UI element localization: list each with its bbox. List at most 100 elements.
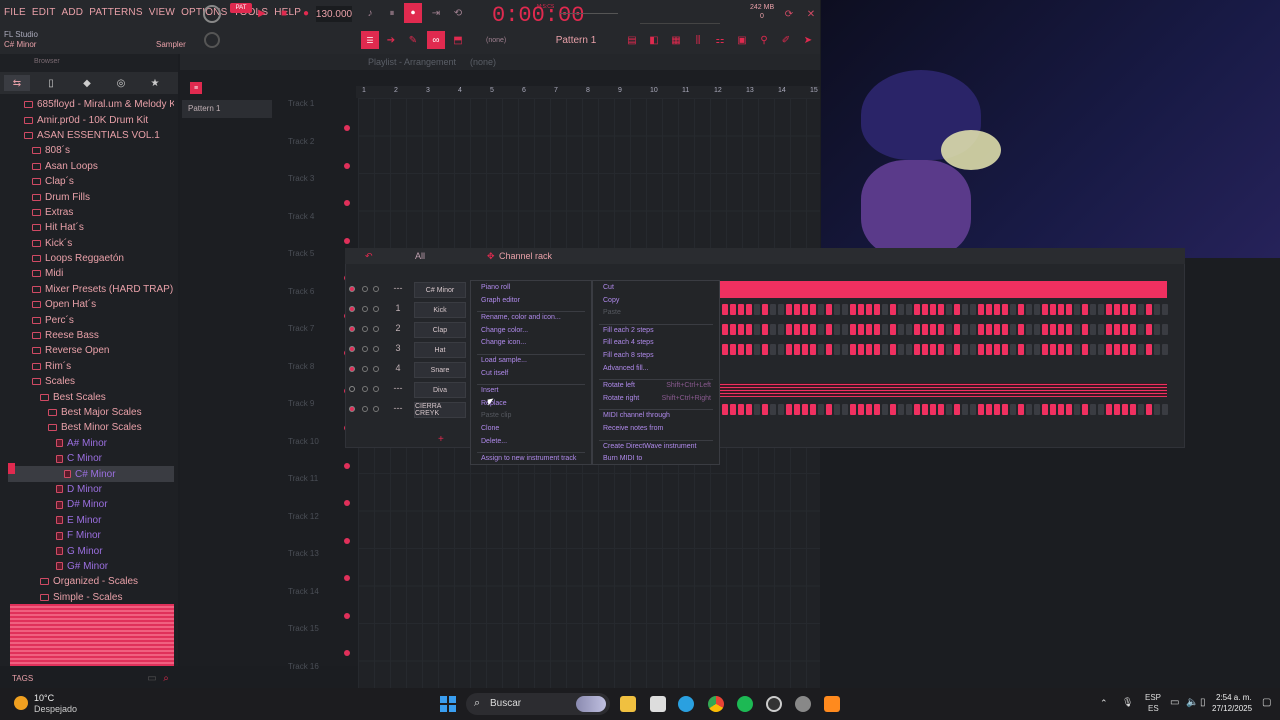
rack-grip-icon[interactable]: ✥ xyxy=(487,251,495,262)
browser-folder-item[interactable]: Reverse Open xyxy=(8,343,174,358)
step-button[interactable] xyxy=(1138,344,1144,355)
step-button[interactable] xyxy=(994,344,1000,355)
tray-chevron-icon[interactable]: ⌃ xyxy=(1100,698,1108,709)
step-button[interactable] xyxy=(962,344,968,355)
step-button[interactable] xyxy=(810,344,816,355)
step-button[interactable] xyxy=(1106,304,1112,315)
channel-name-button[interactable]: Kick xyxy=(414,302,466,318)
step-button[interactable] xyxy=(906,404,912,415)
channel-volume-knob[interactable] xyxy=(373,326,379,332)
step-button[interactable] xyxy=(962,404,968,415)
step-button[interactable] xyxy=(890,344,896,355)
menu-item-edit[interactable]: EDIT xyxy=(32,7,56,18)
step-button[interactable] xyxy=(970,404,976,415)
step-button[interactable] xyxy=(794,304,800,315)
browser-folder-item[interactable]: Midi xyxy=(8,266,174,281)
song-position-slider[interactable] xyxy=(560,13,618,14)
step-button[interactable] xyxy=(1042,304,1048,315)
step-button[interactable] xyxy=(834,344,840,355)
step-button[interactable] xyxy=(1034,404,1040,415)
step-button[interactable] xyxy=(1018,304,1024,315)
step-button[interactable] xyxy=(850,324,856,335)
browser-folder-item[interactable]: Clap´s xyxy=(8,174,174,189)
step-button[interactable] xyxy=(986,324,992,335)
channel-mute-led[interactable] xyxy=(349,346,355,352)
browser-file-item[interactable]: C Minor xyxy=(8,451,174,466)
channel-name-button[interactable]: Hat xyxy=(414,342,466,358)
step-button[interactable] xyxy=(874,344,880,355)
notifications-icon[interactable]: ▢ xyxy=(1262,697,1271,708)
step-button[interactable] xyxy=(730,404,736,415)
step-button[interactable] xyxy=(1034,304,1040,315)
step-button[interactable] xyxy=(914,324,920,335)
step-button[interactable] xyxy=(938,344,944,355)
channel-mute-led[interactable] xyxy=(349,366,355,372)
channel-pan-knob[interactable] xyxy=(362,406,368,412)
arrow-right-icon[interactable]: ➔ xyxy=(384,33,398,47)
step-button[interactable] xyxy=(1034,324,1040,335)
channel-row[interactable] xyxy=(345,362,1170,378)
track-label[interactable]: Track 9 xyxy=(288,399,314,408)
step-button[interactable] xyxy=(754,344,760,355)
step-button[interactable] xyxy=(834,304,840,315)
step-button[interactable] xyxy=(858,404,864,415)
channel-name-button[interactable]: CIERRA CREYK xyxy=(414,402,466,418)
context-menu-item[interactable]: MIDI channel through xyxy=(603,412,670,419)
clock-date[interactable]: 27/12/2025 xyxy=(1212,704,1252,713)
step-button[interactable] xyxy=(898,404,904,415)
track-mute-dot[interactable] xyxy=(344,575,350,581)
step-button[interactable] xyxy=(1018,404,1024,415)
track-mute-dot[interactable] xyxy=(344,500,350,506)
track-label[interactable]: Track 13 xyxy=(288,549,319,558)
browser-file-item[interactable]: D Minor xyxy=(8,482,174,497)
step-button[interactable] xyxy=(818,304,824,315)
menu-item-file[interactable]: FILE xyxy=(4,7,26,18)
step-button[interactable] xyxy=(962,324,968,335)
file-explorer-icon[interactable] xyxy=(620,696,636,712)
step-button[interactable] xyxy=(842,324,848,335)
step-button[interactable] xyxy=(946,344,952,355)
step-button[interactable] xyxy=(826,324,832,335)
tag-search-icon[interactable]: ⌕ xyxy=(160,672,172,684)
undo-icon[interactable]: ↶ xyxy=(365,251,373,262)
step-button[interactable] xyxy=(930,324,936,335)
step-button[interactable] xyxy=(914,304,920,315)
track-mute-dot[interactable] xyxy=(344,462,350,469)
step-button[interactable] xyxy=(1098,404,1104,415)
browser-folder-item[interactable]: ASAN ESSENTIALS VOL.1 xyxy=(8,128,174,143)
step-button[interactable] xyxy=(818,324,824,335)
track-label[interactable]: Track 1 xyxy=(288,99,314,108)
browser-folder-item[interactable]: Amir.pr0d - 10K Drum Kit xyxy=(8,112,174,127)
taskbar-search[interactable]: ⌕ Buscar xyxy=(466,693,610,715)
context-menu-item[interactable]: Rotate right xyxy=(603,395,639,402)
step-button[interactable] xyxy=(1130,304,1136,315)
step-button[interactable] xyxy=(882,404,888,415)
step-button[interactable] xyxy=(1050,404,1056,415)
step-button[interactable] xyxy=(890,324,896,335)
pencil-icon[interactable]: ✎ xyxy=(406,33,420,47)
metronome-icon[interactable]: ♪ xyxy=(362,5,378,21)
step-button[interactable] xyxy=(850,344,856,355)
step-button[interactable] xyxy=(1018,344,1024,355)
browser-folder-item[interactable]: Rim´s xyxy=(8,359,174,374)
step-button[interactable] xyxy=(778,344,784,355)
step-button[interactable] xyxy=(1114,324,1120,335)
edge-icon[interactable] xyxy=(678,696,694,712)
step-button[interactable] xyxy=(802,304,808,315)
step-button[interactable] xyxy=(1122,404,1128,415)
step-button[interactable] xyxy=(1106,344,1112,355)
step-button[interactable] xyxy=(1154,344,1160,355)
step-button[interactable] xyxy=(794,344,800,355)
mixer-icon[interactable]: ⫼ xyxy=(691,33,705,47)
step-button[interactable] xyxy=(1042,344,1048,355)
step-button[interactable] xyxy=(1026,324,1032,335)
step-button[interactable] xyxy=(1162,404,1168,415)
context-menu-item[interactable]: Receive notes from xyxy=(603,425,663,432)
step-button[interactable] xyxy=(1066,344,1072,355)
step-button[interactable] xyxy=(778,404,784,415)
browser-folder-item[interactable]: 685floyd - Miral.um & Melody Kit xyxy=(8,97,174,112)
refresh-icon[interactable]: ⟳ xyxy=(782,7,796,21)
track-mute-dot[interactable] xyxy=(344,125,350,131)
weather-temp[interactable]: 10°C xyxy=(34,693,54,703)
step-button[interactable] xyxy=(898,304,904,315)
